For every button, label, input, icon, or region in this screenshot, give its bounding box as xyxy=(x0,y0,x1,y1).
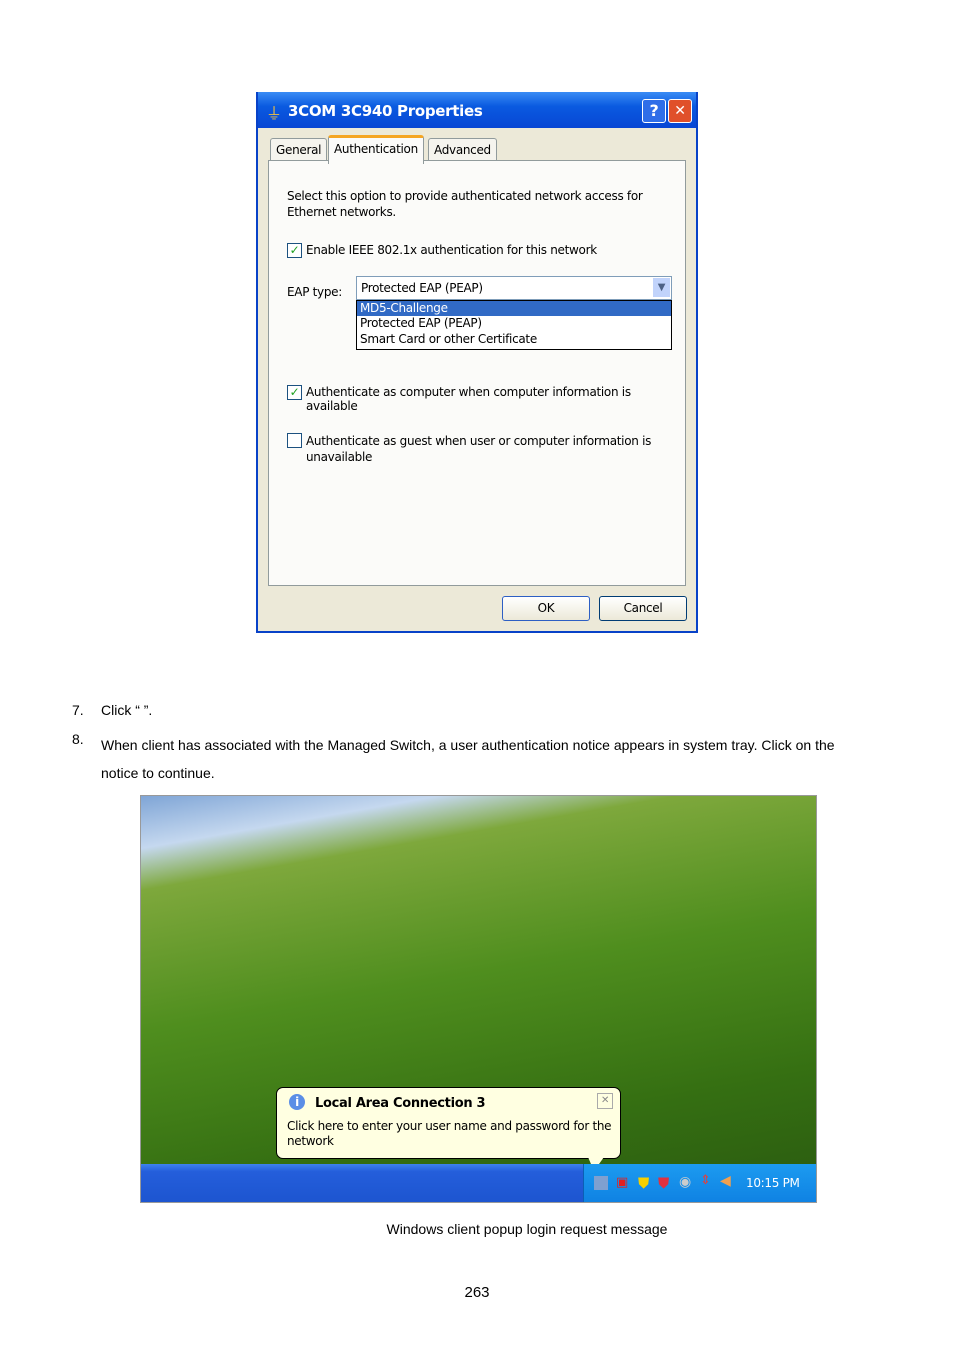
help-button[interactable]: ? xyxy=(642,99,666,123)
eap-option[interactable]: MD5-Challenge xyxy=(357,301,671,316)
balloon-text: Click here to enter your user name and p… xyxy=(287,1119,612,1148)
close-button[interactable]: ✕ xyxy=(668,99,692,123)
notification-balloon[interactable]: i Local Area Connection 3 ✕ Click here t… xyxy=(276,1087,621,1159)
authentication-panel: Select this option to provide authentica… xyxy=(268,160,686,586)
step-8-number: 8. xyxy=(72,731,84,747)
step-7-text: Click “ ”. xyxy=(101,702,153,718)
figure-caption: Windows client popup login request messa… xyxy=(386,1221,668,1237)
auth-computer-checkbox[interactable]: ✓ xyxy=(287,385,302,400)
eap-selected-value: Protected EAP (PEAP) xyxy=(361,281,483,295)
taskbar: ▣ ⛊ ⛊ ◉ ⇕ ◀ 10:15 PM xyxy=(141,1164,816,1202)
properties-dialog: ⏚ 3COM 3C940 Properties ? ✕ General Auth… xyxy=(256,92,698,633)
clock[interactable]: 10:15 PM xyxy=(746,1176,800,1190)
ok-button[interactable]: OK xyxy=(502,596,590,621)
update-icon[interactable]: ◉ xyxy=(679,1174,691,1190)
network-icon: ⏚ xyxy=(266,104,282,123)
system-tray: ▣ ⛊ ⛊ ◉ ⇕ ◀ 10:15 PM xyxy=(583,1164,816,1202)
tab-general[interactable]: General xyxy=(270,138,328,161)
security-alert-icon[interactable]: ⛊ xyxy=(638,1174,649,1192)
network-disconnected-icon[interactable]: ▣ xyxy=(616,1175,628,1190)
desktop-screenshot: i Local Area Connection 3 ✕ Click here t… xyxy=(140,795,817,1203)
title-bar[interactable]: ⏚ 3COM 3C940 Properties ? ✕ xyxy=(258,92,696,128)
dialog-title: 3COM 3C940 Properties xyxy=(288,102,483,120)
step-8-text: When client has associated with the Mana… xyxy=(101,737,835,781)
eap-dropdown-list: MD5-Challenge Protected EAP (PEAP) Smart… xyxy=(356,300,672,350)
description-text: Select this option to provide authentica… xyxy=(287,189,643,219)
chevron-down-icon[interactable]: ▼ xyxy=(653,278,670,297)
step-7-number: 7. xyxy=(72,702,84,718)
network-icon[interactable] xyxy=(594,1176,608,1190)
tab-authentication[interactable]: Authentication xyxy=(328,135,424,164)
enable-8021x-checkbox[interactable]: ✓ xyxy=(287,243,302,258)
volume-icon[interactable]: ◀ xyxy=(720,1173,731,1189)
eap-option[interactable]: Protected EAP (PEAP) xyxy=(357,316,671,332)
security-center-icon[interactable]: ⛊ xyxy=(658,1174,669,1192)
eap-option[interactable]: Smart Card or other Certificate xyxy=(357,332,671,348)
balloon-close-button[interactable]: ✕ xyxy=(597,1093,613,1109)
auth-guest-label: Authenticate as guest when user or compu… xyxy=(306,434,652,464)
enable-8021x-label: Enable IEEE 802.1x authentication for th… xyxy=(306,243,597,257)
auth-computer-label: Authenticate as computer when computer i… xyxy=(306,385,631,413)
eap-type-label: EAP type: xyxy=(287,285,342,299)
eap-type-select[interactable]: Protected EAP (PEAP) ▼ xyxy=(356,276,672,300)
arrows-icon[interactable]: ⇕ xyxy=(700,1173,711,1188)
auth-guest-checkbox[interactable] xyxy=(287,433,302,448)
page-number: 263 xyxy=(464,1284,490,1301)
balloon-title: Local Area Connection 3 xyxy=(315,1096,486,1111)
info-icon: i xyxy=(289,1094,305,1110)
cancel-button[interactable]: Cancel xyxy=(599,596,687,621)
tab-advanced[interactable]: Advanced xyxy=(428,138,497,161)
page: ⏚ 3COM 3C940 Properties ? ✕ General Auth… xyxy=(0,0,954,1350)
